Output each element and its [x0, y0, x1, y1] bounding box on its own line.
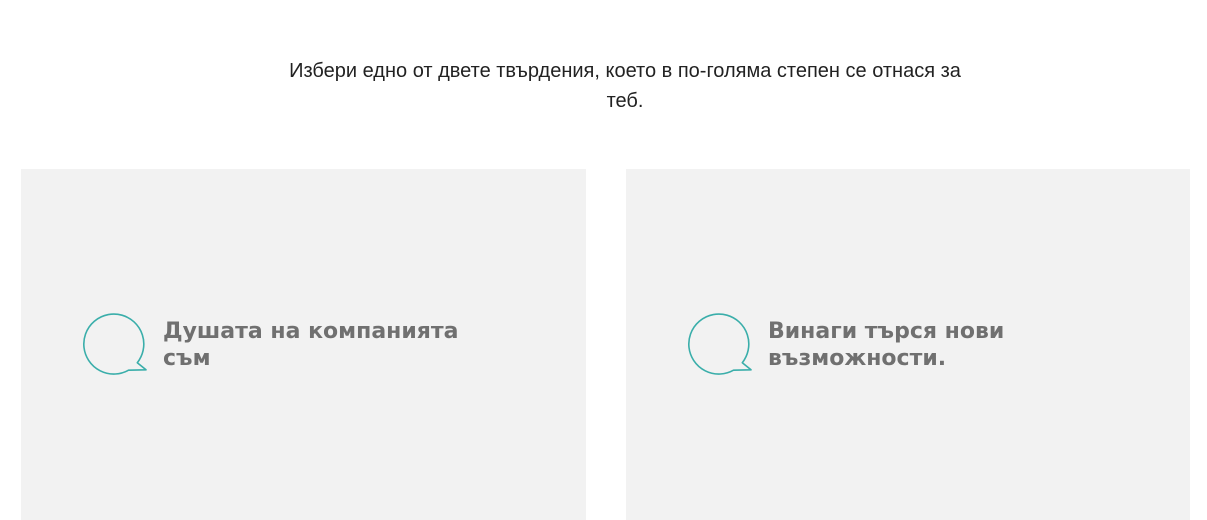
question-prompt-line-1: Избери едно от двете твърдения, което в …: [289, 60, 961, 82]
option-card-1[interactable]: Душата на компанията съм: [21, 169, 586, 520]
option-card-1-content[interactable]: Душата на компанията съм: [83, 313, 513, 377]
question-prompt: Избери едно от двете твърдения, което в …: [210, 56, 1040, 116]
option-card-2[interactable]: Винаги търся нови възможности.: [626, 169, 1190, 520]
option-card-2-label[interactable]: Винаги търся нови възможности.: [768, 318, 1028, 372]
option-card-2-content[interactable]: Винаги търся нови възможности.: [688, 313, 1028, 377]
speech-bubble-icon: [688, 313, 752, 377]
speech-bubble-icon: [83, 313, 147, 377]
option-card-2-label-line-2: възможности.: [768, 346, 947, 371]
option-card-2-label-line-1: Винаги търся нови: [768, 319, 1005, 344]
question-prompt-line-2: теб.: [606, 90, 644, 112]
option-card-1-label-line-1: Душата на компанията съм: [163, 319, 459, 371]
option-card-1-label[interactable]: Душата на компанията съм: [163, 318, 513, 372]
